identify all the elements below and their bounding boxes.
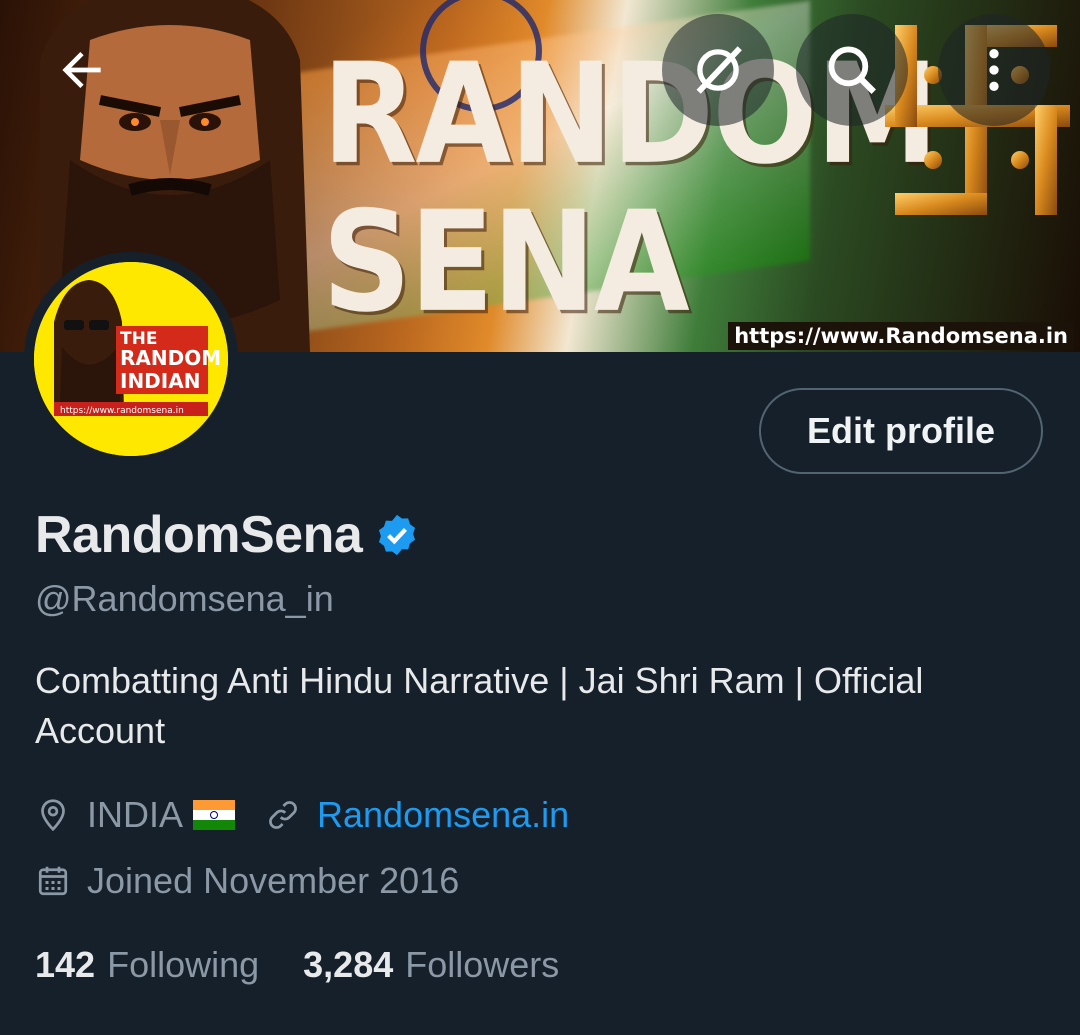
grok-button[interactable] (662, 14, 774, 126)
back-button[interactable] (26, 14, 138, 126)
arrow-left-icon (62, 52, 101, 88)
grok-icon (696, 46, 742, 94)
more-vertical-icon (989, 49, 999, 91)
verified-badge-icon[interactable] (374, 512, 420, 558)
location-pin-icon (41, 799, 65, 832)
followers-label: Followers (405, 944, 560, 985)
name-row: RandomSena (35, 505, 420, 565)
bio: Combatting Anti Hindu Narrative | Jai Sh… (35, 660, 924, 751)
location-text: INDIA (87, 794, 184, 835)
india-flag-icon (193, 800, 236, 830)
follow-stats: 142 Following 3,284 Followers (35, 944, 559, 986)
following-count: 142 (35, 944, 96, 985)
search-icon (828, 46, 876, 94)
banner-title-line2: SENA (322, 182, 690, 344)
avatar-text-indian: INDIAN (120, 369, 200, 393)
followers-stat[interactable]: 3,284 Followers (303, 944, 559, 986)
followers-count: 3,284 (303, 944, 394, 985)
link-icon (269, 801, 297, 829)
more-options-button[interactable] (938, 14, 1050, 126)
avatar-text-random: RANDOM (120, 346, 221, 370)
edit-profile-button[interactable]: Edit profile (759, 388, 1043, 474)
profile-meta-joined-row: Joined November 2016 (35, 860, 459, 902)
following-label: Following (107, 944, 260, 985)
joined-date: Joined November 2016 (87, 860, 460, 901)
website-link[interactable]: Randomsena.in (317, 794, 569, 836)
following-stat[interactable]: 142 Following (35, 944, 259, 986)
display-name: RandomSena (35, 506, 363, 564)
avatar-image: THE RANDOM INDIAN https://www.randomsena… (34, 262, 228, 456)
profile-meta-location-row: INDIA Randomsena.in (35, 794, 569, 836)
calendar-icon (38, 866, 68, 896)
avatar-logo: THE RANDOM INDIAN https://www.randomsena… (34, 262, 228, 456)
banner-url-text: https://www.Randomsena.in (728, 322, 1074, 350)
search-button[interactable] (796, 14, 908, 126)
handle: @Randomsena_in (35, 578, 334, 619)
avatar-text-url: https://www.randomsena.in (60, 406, 184, 416)
profile-avatar[interactable]: THE RANDOM INDIAN https://www.randomsena… (24, 252, 238, 466)
